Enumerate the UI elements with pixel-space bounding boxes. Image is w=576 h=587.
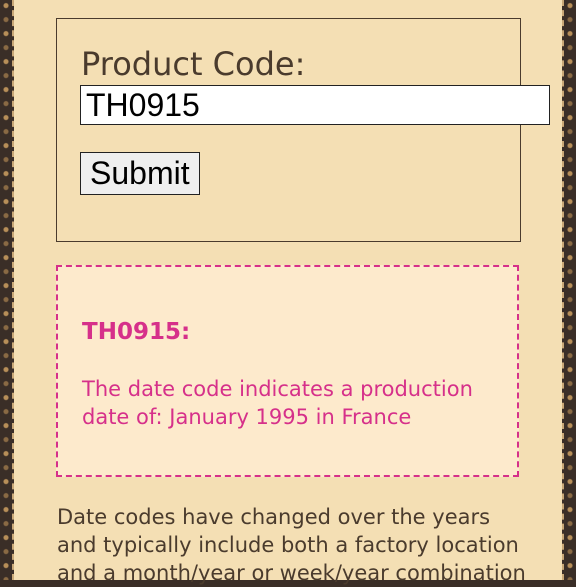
result-code-heading: TH0915:: [82, 319, 191, 345]
result-message: The date code indicates a production dat…: [82, 377, 473, 429]
content-panel: Product Code: Submit TH0915: The date co…: [14, 0, 562, 585]
submit-button[interactable]: Submit: [80, 152, 200, 195]
left-border-pattern: [0, 0, 12, 580]
date-code-info-paragraph: Date codes have changed over the years a…: [57, 505, 526, 585]
right-stitch-divider: [562, 0, 564, 580]
right-border-pattern: [564, 0, 576, 580]
result-panel: TH0915: The date code indicates a produc…: [56, 265, 519, 477]
product-code-form: Product Code: Submit: [56, 18, 550, 242]
product-code-input[interactable]: [80, 85, 550, 125]
product-code-label: Product Code:: [81, 45, 306, 83]
